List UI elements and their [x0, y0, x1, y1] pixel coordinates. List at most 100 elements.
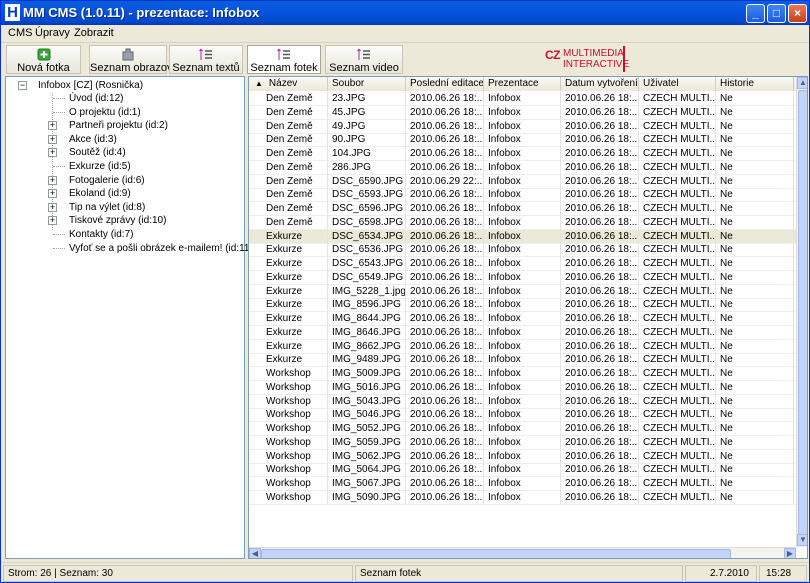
table-cell: Exkurze: [249, 298, 328, 313]
tree-node[interactable]: Vyfoť se a pošli obrázek e-mailem! (id:1…: [69, 242, 253, 255]
scroll-left-button[interactable]: ◀: [249, 548, 261, 558]
new-photo-button[interactable]: Nová fotka: [6, 45, 81, 74]
photo-table[interactable]: ▲ Název Soubor Poslední editace Prezentace Da…: [248, 76, 808, 559]
table-row[interactable]: Exkurze IMG_8596.JPG 2010.06.26 18:... Info…: [249, 298, 807, 313]
table-row[interactable]: Exkurze IMG_5228_1.jpg 2010.06.26 18:... In…: [249, 284, 807, 299]
vertical-scrollbar[interactable]: ▲ ▼: [796, 77, 807, 547]
tree-node[interactable]: Fotogalerie (id:6): [69, 174, 145, 187]
table-cell: Infobox: [484, 380, 561, 395]
table-row[interactable]: Workshop IMG_5046.JPG 2010.06.26 18:... Inf…: [249, 408, 807, 423]
photos-list-button[interactable]: Seznam fotek: [247, 45, 321, 74]
table-row[interactable]: Exkurze DSC_6534.JPG 2010.06.26 18:... Info…: [249, 229, 807, 244]
table-cell: 2010.06.26 18:...: [406, 353, 484, 368]
table-row[interactable]: Exkurze IMG_8644.JPG 2010.06.26 18:... Info…: [249, 312, 807, 326]
table-row[interactable]: Den Země DSC_6590.JPG 2010.06.29 22:... Inf…: [249, 174, 807, 189]
videos-list-button[interactable]: Seznam video: [325, 45, 403, 74]
column-header[interactable]: ▲ Název: [249, 77, 328, 91]
tree-node[interactable]: Tiskové zprávy (id:10): [69, 214, 166, 227]
minimize-button[interactable]: _: [746, 4, 765, 23]
texts-list-button[interactable]: Seznam textů: [169, 45, 243, 74]
table-cell: Ne: [716, 202, 794, 216]
table-row[interactable]: Exkurze DSC_6543.JPG 2010.06.26 18:... Info…: [249, 257, 807, 271]
tree-expand-toggle[interactable]: +: [48, 148, 57, 158]
table-row[interactable]: Exkurze IMG_8662.JPG 2010.06.26 18:... Info…: [249, 339, 807, 354]
table-cell: Infobox: [484, 353, 561, 368]
table-row[interactable]: Workshop IMG_5059.JPG 2010.06.26 18:... Inf…: [249, 435, 807, 450]
texts-list-label: Seznam textů: [172, 62, 240, 74]
table-row[interactable]: Workshop IMG_5062.JPG 2010.06.26 18:... Inf…: [249, 449, 807, 464]
tree-expand-toggle[interactable]: +: [48, 202, 57, 212]
table-cell: Ne: [716, 422, 794, 436]
tree-node[interactable]: O projektu (id:1): [69, 105, 141, 119]
tree-node[interactable]: Partneři projektu (id:2): [69, 119, 168, 132]
tree-node[interactable]: Ekoland (id:9): [69, 187, 131, 200]
table-row[interactable]: Den Země 49.JPG 2010.06.26 18:... Infobox 20…: [249, 119, 807, 134]
status-tree-count: Strom: 26: [8, 568, 52, 579]
table-row[interactable]: Exkurze DSC_6549.JPG 2010.06.26 18:... Info…: [249, 270, 807, 285]
table-row[interactable]: Workshop IMG_5090.JPG 2010.06.26 18:... Inf…: [249, 490, 807, 505]
horizontal-scrollbar[interactable]: ◀ ▶: [249, 547, 796, 558]
table-row[interactable]: Workshop IMG_5016.JPG 2010.06.26 18:... Inf…: [249, 380, 807, 395]
table-cell: 2010.06.26 18:...: [561, 435, 639, 450]
table-cell: 2010.06.26 18:...: [406, 312, 484, 326]
table-row[interactable]: Den Země DSC_6593.JPG 2010.06.26 18:... Inf…: [249, 188, 807, 203]
table-row[interactable]: Workshop IMG_5009.JPG 2010.06.26 18:... Inf…: [249, 367, 807, 381]
table-row[interactable]: Exkurze IMG_9489.JPG 2010.06.26 18:... Info…: [249, 353, 807, 368]
vertical-scroll-thumb[interactable]: [798, 90, 807, 538]
table-cell: Ne: [716, 215, 794, 230]
column-header[interactable]: Uživatel: [639, 77, 716, 91]
tree-root[interactable]: Infobox [CZ] (Rosnička): [38, 79, 143, 92]
scroll-down-button[interactable]: ▼: [797, 534, 807, 546]
table-cell: Exkurze: [249, 284, 328, 299]
table-row[interactable]: Workshop IMG_5052.JPG 2010.06.26 18:... Inf…: [249, 422, 807, 436]
tree-node[interactable]: Exkurze (id:5): [69, 160, 131, 173]
table-row[interactable]: Workshop IMG_5067.JPG 2010.06.26 18:... Inf…: [249, 477, 807, 491]
menu-cms[interactable]: CMS: [8, 27, 32, 39]
table-row[interactable]: Den Země DSC_6598.JPG 2010.06.26 18:... Inf…: [249, 215, 807, 230]
scroll-right-button[interactable]: ▶: [784, 548, 796, 558]
maximize-button[interactable]: □: [767, 4, 786, 23]
table-row[interactable]: Den Země 45.JPG 2010.06.26 18:... Infobox 20…: [249, 105, 807, 120]
table-row[interactable]: Den Země 90.JPG 2010.06.26 18:... Infobox 20…: [249, 133, 807, 148]
table-cell: IMG_5043.JPG: [328, 394, 406, 409]
title-bar[interactable]: H MM CMS (1.0.11) - prezentace: Infobox …: [1, 1, 809, 25]
tree-node[interactable]: Akce (id:3): [69, 133, 117, 146]
tree-expand-toggle[interactable]: +: [48, 134, 57, 144]
scroll-up-button[interactable]: ▲: [797, 77, 807, 89]
table-row[interactable]: Den Země DSC_6596.JPG 2010.06.26 18:... Inf…: [249, 202, 807, 216]
table-cell: 23.JPG: [328, 92, 406, 106]
table-cell: Workshop: [249, 490, 328, 505]
table-row[interactable]: Den Země 23.JPG 2010.06.26 18:... Infobox 20…: [249, 92, 807, 106]
table-cell: 2010.06.26 18:...: [561, 160, 639, 175]
column-header[interactable]: Poslední editace: [406, 77, 484, 91]
menu-zobrazit[interactable]: Zobrazit: [74, 27, 114, 39]
structure-tree[interactable]: − Infobox [CZ] (Rosnička) Úvod (id:12) O …: [5, 76, 253, 559]
horizontal-scroll-thumb[interactable]: [261, 549, 731, 558]
tree-expand-toggle[interactable]: +: [48, 216, 57, 226]
tree-expand-toggle[interactable]: +: [48, 175, 57, 185]
tree-node[interactable]: Soutěž (id:4): [69, 146, 126, 159]
tree-node[interactable]: Kontakty (id:7): [69, 228, 133, 241]
column-header[interactable]: Soubor: [328, 77, 406, 91]
table-cell: 2010.06.26 18:...: [406, 147, 484, 161]
tree-collapse-root[interactable]: −: [18, 81, 27, 90]
column-header[interactable]: Historie: [716, 77, 794, 91]
tree-node[interactable]: Úvod (id:12): [69, 92, 123, 105]
table-row[interactable]: Den Země 286.JPG 2010.06.26 18:... Infobox 2…: [249, 160, 807, 175]
table-cell: Workshop: [249, 463, 328, 478]
table-cell: 2010.06.26 18:...: [406, 408, 484, 423]
tree-node[interactable]: Tip na výlet (id:8): [69, 201, 145, 214]
table-row[interactable]: Workshop IMG_5064.JPG 2010.06.26 18:... Inf…: [249, 463, 807, 478]
table-row[interactable]: Exkurze DSC_6536.JPG 2010.06.26 18:... Info…: [249, 243, 807, 258]
table-row[interactable]: Workshop IMG_5043.JPG 2010.06.26 18:... Inf…: [249, 394, 807, 409]
tree-expand-toggle[interactable]: +: [48, 189, 57, 199]
table-cell: Infobox: [484, 133, 561, 148]
column-header[interactable]: Datum vytvoření: [561, 77, 639, 91]
table-row[interactable]: Den Země 104.JPG 2010.06.26 18:... Infobox 2…: [249, 147, 807, 161]
close-button[interactable]: ×: [788, 4, 807, 23]
menu-upravy[interactable]: Úpravy: [35, 27, 70, 39]
table-row[interactable]: Exkurze IMG_8646.JPG 2010.06.26 18:... Info…: [249, 325, 807, 340]
column-header[interactable]: Prezentace: [484, 77, 561, 91]
screens-list-button[interactable]: Seznam obrazovek: [89, 45, 184, 74]
tree-expand-toggle[interactable]: +: [48, 121, 57, 131]
